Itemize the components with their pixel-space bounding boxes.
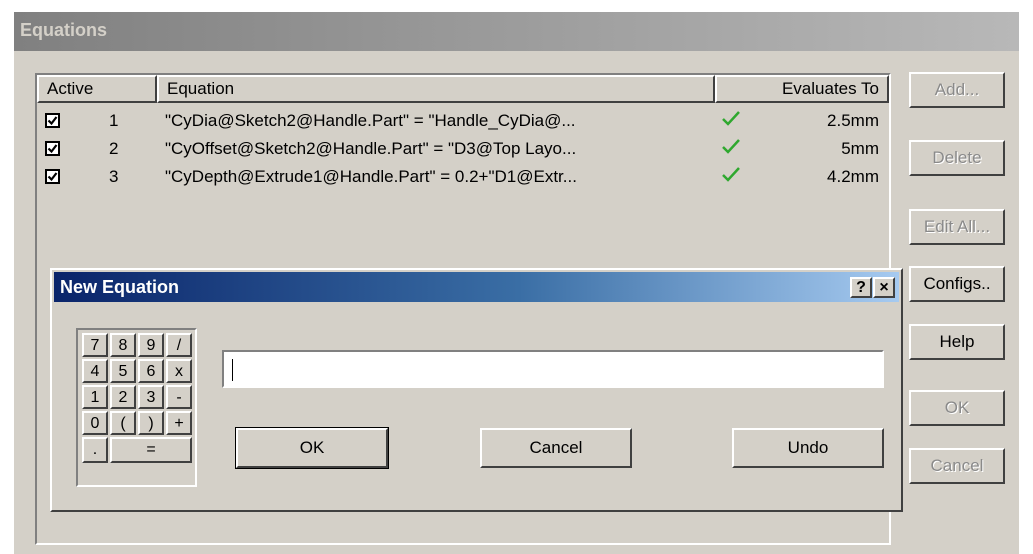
active-checkbox[interactable] [45, 141, 60, 156]
evaluated-value: 2.5mm [827, 111, 879, 130]
dialog-ok-button[interactable]: OK [235, 427, 389, 469]
column-header-active[interactable]: Active [37, 75, 157, 103]
key-close-paren[interactable]: ) [138, 411, 164, 435]
configs-button[interactable]: Configs.. [909, 266, 1005, 302]
delete-button[interactable]: Delete [909, 140, 1005, 176]
key-2[interactable]: 2 [110, 385, 136, 409]
key-1[interactable]: 1 [82, 385, 108, 409]
key-divide[interactable]: / [166, 333, 192, 357]
text-caret [232, 359, 233, 381]
key-plus[interactable]: + [166, 411, 192, 435]
equation-text: "CyDepth@Extrude1@Handle.Part" = 0.2+"D1… [165, 167, 577, 186]
window-title: Equations [20, 20, 108, 40]
table-row[interactable]: 2 "CyOffset@Sketch2@Handle.Part" = "D3@T… [37, 135, 887, 163]
close-button[interactable]: × [873, 277, 895, 298]
column-header-active-label: Active [47, 79, 94, 98]
add-button[interactable]: Add... [909, 72, 1005, 108]
active-checkbox[interactable] [45, 169, 60, 184]
key-7[interactable]: 7 [82, 333, 108, 357]
ok-button[interactable]: OK [909, 390, 1005, 426]
row-number: 3 [109, 167, 119, 186]
column-header-equation[interactable]: Equation [157, 75, 715, 103]
key-decimal[interactable]: . [82, 437, 108, 463]
table-row[interactable]: 3 "CyDepth@Extrude1@Handle.Part" = 0.2+"… [37, 163, 887, 191]
edit-all-button[interactable]: Edit All... [909, 209, 1005, 245]
dialog-title: New Equation [60, 277, 180, 297]
evaluated-value: 5mm [841, 139, 879, 158]
key-multiply[interactable]: x [166, 359, 192, 383]
column-header-evaluates[interactable]: Evaluates To [715, 75, 889, 103]
key-open-paren[interactable]: ( [110, 411, 136, 435]
table-row[interactable]: 1 "CyDia@Sketch2@Handle.Part" = "Handle_… [37, 107, 887, 135]
key-8[interactable]: 8 [110, 333, 136, 357]
key-4[interactable]: 4 [82, 359, 108, 383]
equation-input[interactable] [222, 350, 884, 388]
check-icon [720, 163, 742, 194]
window-titlebar[interactable]: Equations [14, 12, 1019, 51]
check-icon [720, 107, 742, 138]
new-equation-dialog: New Equation ? × 7 8 9 / 4 5 6 x 1 2 3 -… [50, 268, 903, 512]
keypad: 7 8 9 / 4 5 6 x 1 2 3 - 0 ( ) + . = [76, 328, 197, 487]
key-6[interactable]: 6 [138, 359, 164, 383]
equations-window: Equations Active Equation Evaluates To 1… [14, 12, 1019, 554]
dialog-undo-button[interactable]: Undo [732, 428, 884, 468]
dialog-cancel-button[interactable]: Cancel [480, 428, 632, 468]
key-minus[interactable]: - [166, 385, 192, 409]
active-checkbox[interactable] [45, 113, 60, 128]
key-equals[interactable]: = [110, 437, 192, 463]
help-question-button[interactable]: ? [850, 277, 872, 298]
row-number: 1 [109, 111, 119, 130]
key-3[interactable]: 3 [138, 385, 164, 409]
key-9[interactable]: 9 [138, 333, 164, 357]
dialog-titlebar[interactable]: New Equation ? × [54, 272, 899, 302]
evaluated-value: 4.2mm [827, 167, 879, 186]
column-header-equation-label: Equation [167, 79, 235, 98]
column-header-evaluates-label: Evaluates To [781, 79, 879, 98]
key-5[interactable]: 5 [110, 359, 136, 383]
equation-text: "CyDia@Sketch2@Handle.Part" = "Handle_Cy… [165, 111, 576, 130]
check-icon [720, 135, 742, 166]
row-number: 2 [109, 139, 119, 158]
help-button[interactable]: Help [909, 324, 1005, 360]
key-0[interactable]: 0 [82, 411, 108, 435]
equation-text: "CyOffset@Sketch2@Handle.Part" = "D3@Top… [165, 139, 577, 158]
cancel-button[interactable]: Cancel [909, 448, 1005, 484]
